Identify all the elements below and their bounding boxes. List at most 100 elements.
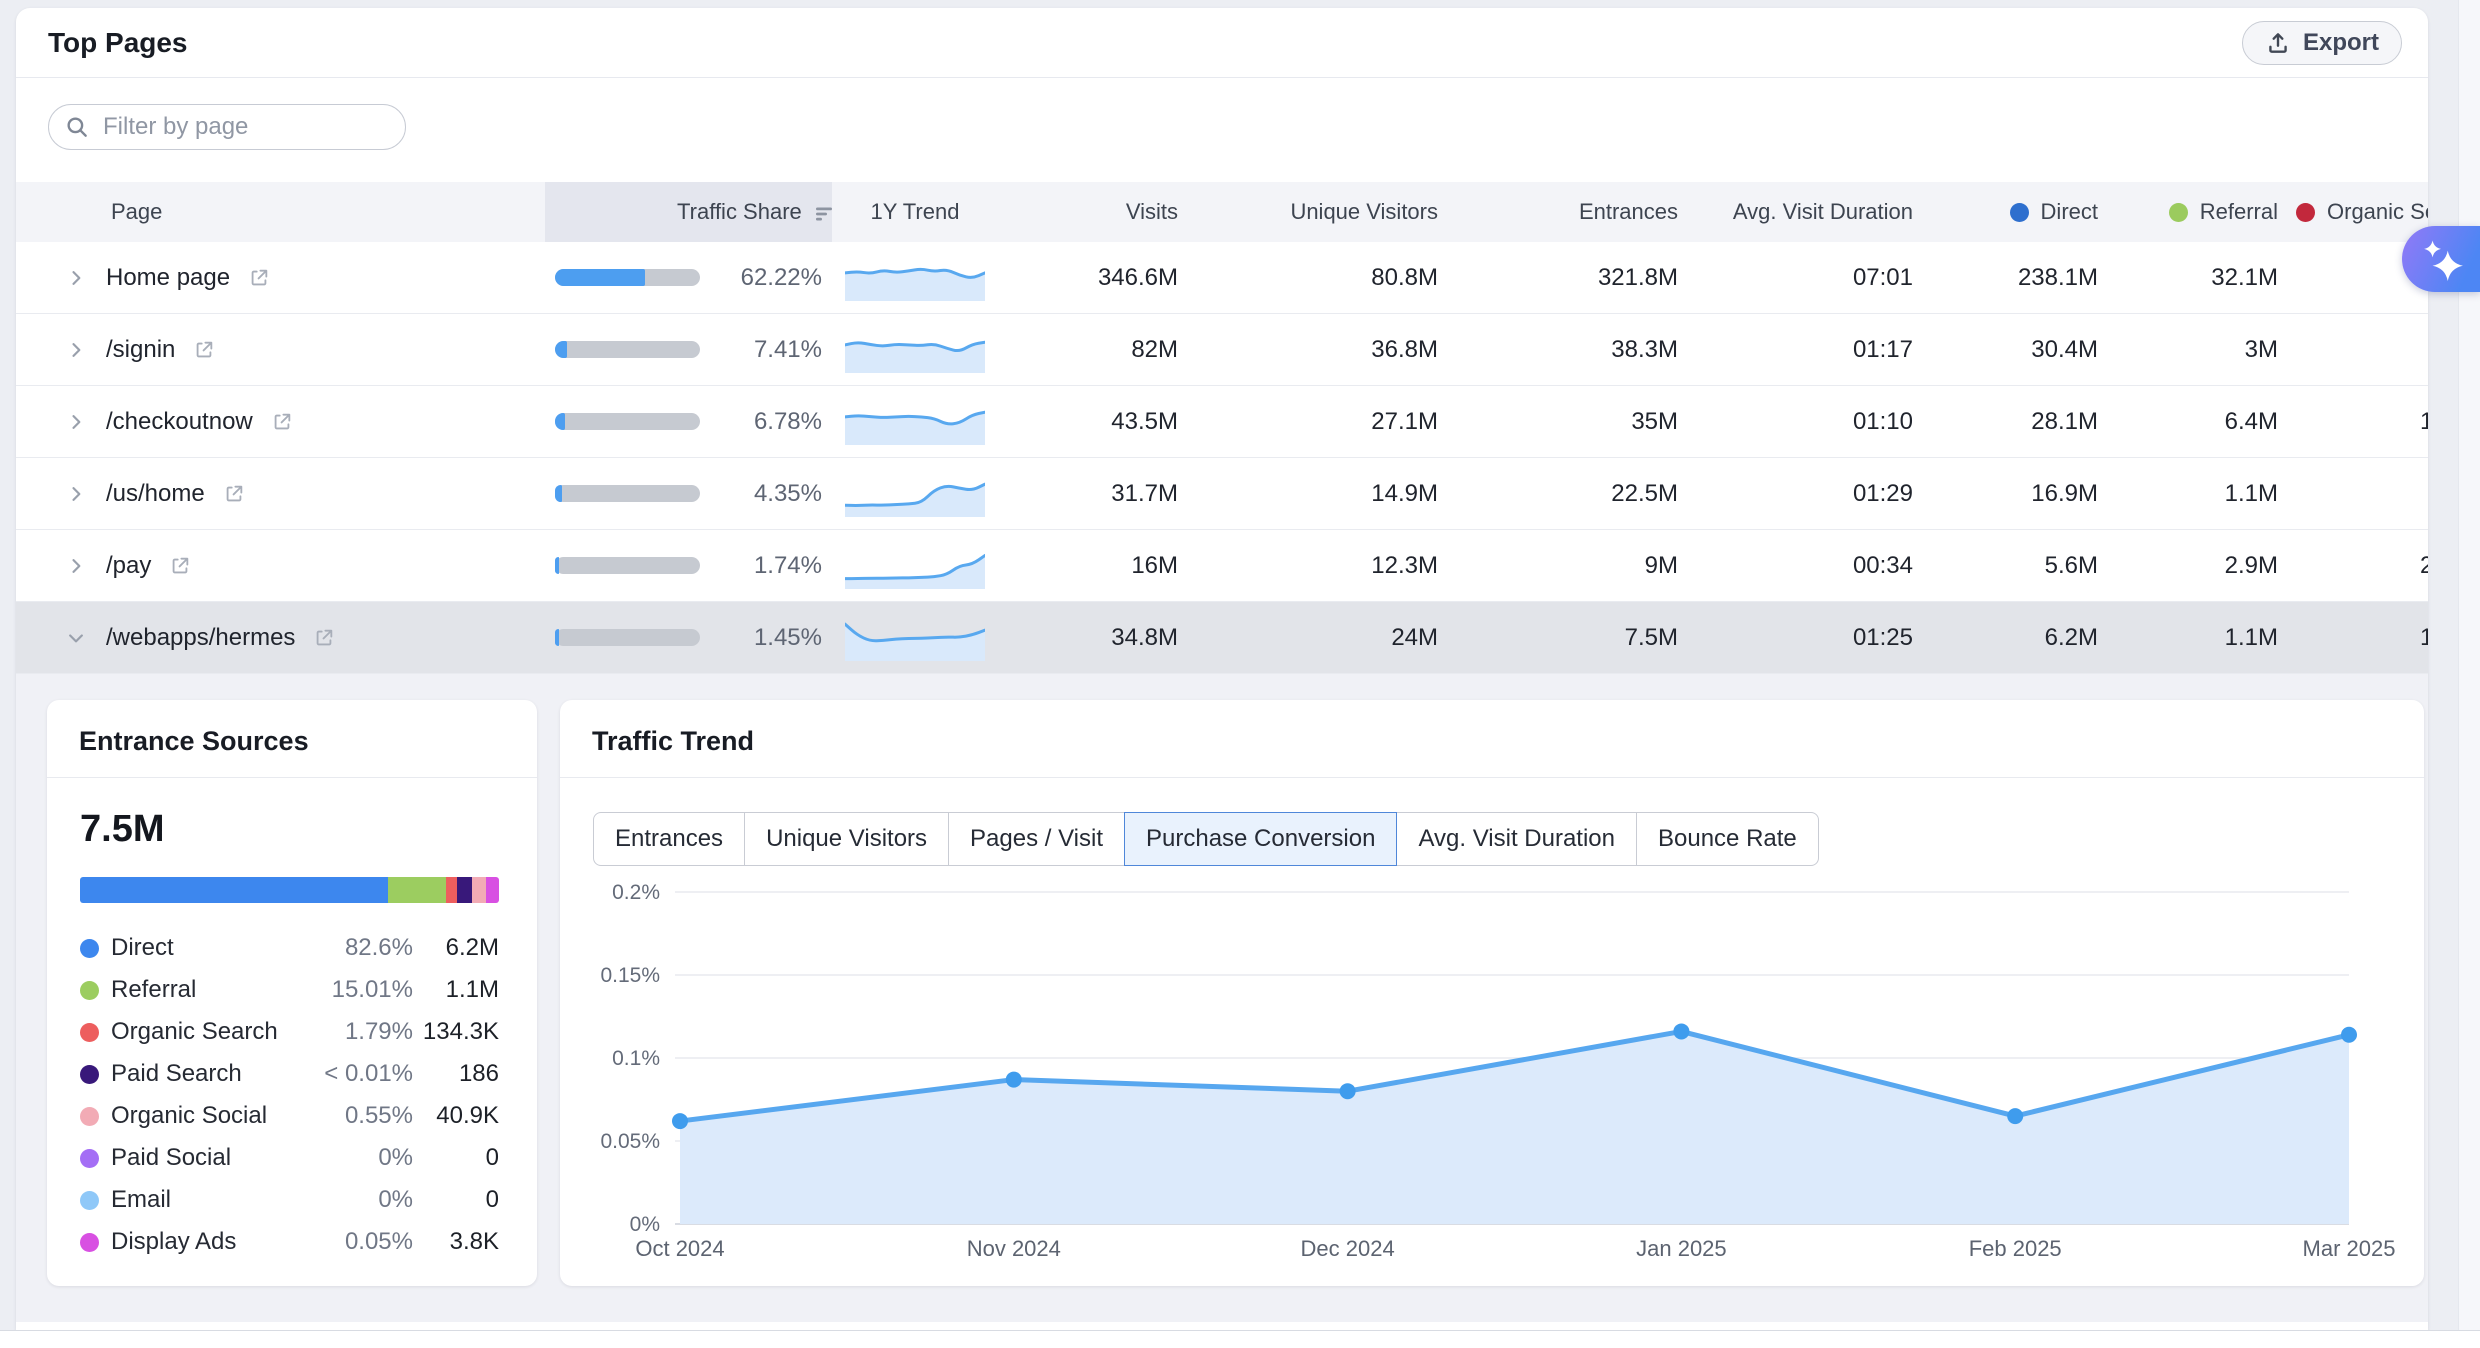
external-link-icon[interactable] [313, 627, 335, 649]
visits-value: 43.5M [1111, 386, 1178, 457]
legend-label: Paid Social [111, 1144, 278, 1172]
entrances-value: 321.8M [1598, 242, 1678, 313]
svg-text:0.15%: 0.15% [600, 964, 660, 987]
col-1y-trend: 1Y Trend [845, 182, 985, 242]
unique-visitors-value: 27.1M [1371, 386, 1438, 457]
svg-text:0.2%: 0.2% [612, 881, 660, 904]
table-row[interactable]: /us/home 4.35% 31.7M 14.9M 22.5M 01:29 1… [16, 458, 2428, 530]
page-cell: /us/home [66, 458, 245, 529]
trend-sparkline [845, 543, 985, 594]
table-row[interactable]: /pay 1.74% 16M 12.3M 9M 00:34 5.6M 2.9M … [16, 530, 2428, 602]
page-link[interactable]: /us/home [106, 480, 205, 508]
entrance-sources-body: 7.5M Direct 82.6% 6.2M Referral 15.01% 1… [47, 808, 537, 1263]
traffic-trend-card: Traffic Trend 0%0.05%0.1%0.15%0.2%Oct 20… [560, 700, 2424, 1286]
legend-dot-icon [80, 1233, 99, 1252]
legend-dot-icon [80, 1107, 99, 1126]
svg-text:0.05%: 0.05% [600, 1130, 660, 1153]
traffic-share-bar [555, 269, 700, 286]
traffic-share-bar [555, 413, 700, 430]
svg-text:Dec 2024: Dec 2024 [1301, 1236, 1395, 1261]
traffic-trend-title: Traffic Trend [560, 700, 2424, 778]
table-row[interactable]: /checkoutnow 6.78% 43.5M 27.1M 35M 01:10… [16, 386, 2428, 458]
page-link[interactable]: /checkoutnow [106, 408, 253, 436]
top-pages-card: Top Pages Export Page Traffic Share 1Y T… [16, 8, 2428, 1330]
tab-entrances[interactable]: Entrances [593, 812, 745, 866]
external-link-icon[interactable] [169, 555, 191, 577]
visits-value: 34.8M [1111, 602, 1178, 673]
col-unique-visitors: Unique Visitors [1290, 182, 1438, 242]
table-row[interactable]: Home page 62.22% 346.6M 80.8M 321.8M 07:… [16, 242, 2428, 314]
legend-pct: 15.01% [278, 976, 413, 1004]
direct-value: 238.1M [2018, 242, 2098, 313]
page-cell: /signin [66, 314, 215, 385]
page-title: Top Pages [48, 27, 188, 59]
chevron-right-icon[interactable] [66, 268, 88, 288]
external-link-icon[interactable] [223, 483, 245, 505]
traffic-share-value: 62.22% [741, 242, 822, 313]
unique-visitors-value: 12.3M [1371, 530, 1438, 601]
direct-value: 28.1M [2031, 386, 2098, 457]
tab-avg-visit-duration[interactable]: Avg. Visit Duration [1396, 812, 1637, 866]
chevron-right-icon[interactable] [66, 484, 88, 504]
tab-bounce-rate[interactable]: Bounce Rate [1636, 812, 1819, 866]
legend-item: Email 0% 0 [80, 1179, 499, 1221]
legend-value: 6.2M [413, 934, 499, 962]
traffic-share-value: 1.74% [754, 530, 822, 601]
entrances-value: 22.5M [1611, 458, 1678, 529]
legend-item: Direct 82.6% 6.2M [80, 927, 499, 969]
direct-value: 30.4M [2031, 314, 2098, 385]
chevron-right-icon[interactable] [66, 556, 88, 576]
legend-value: 40.9K [413, 1102, 499, 1130]
entrances-value: 38.3M [1611, 314, 1678, 385]
referral-dot-icon [2169, 203, 2188, 222]
sparkles-icon [2414, 232, 2468, 286]
legend-item: Display Ads 0.05% 3.8K [80, 1221, 499, 1263]
chevron-right-icon[interactable] [66, 340, 88, 360]
page-link[interactable]: Home page [106, 264, 230, 292]
chevron-right-icon[interactable] [66, 412, 88, 432]
avg-visit-duration-value: 07:01 [1853, 242, 1913, 313]
legend-value: 0 [413, 1144, 499, 1172]
tab-pages-visit[interactable]: Pages / Visit [948, 812, 1125, 866]
legend-pct: 0% [278, 1144, 413, 1172]
col-entrances: Entrances [1579, 182, 1678, 242]
filter-input[interactable] [48, 104, 406, 150]
referral-value: 3M [2245, 314, 2278, 385]
avg-visit-duration-value: 01:25 [1853, 602, 1913, 673]
legend-item: Paid Search < 0.01% 186 [80, 1053, 499, 1095]
tab-purchase-conversion[interactable]: Purchase Conversion [1124, 812, 1397, 866]
tab-unique-visitors[interactable]: Unique Visitors [744, 812, 949, 866]
export-button[interactable]: Export [2242, 21, 2402, 65]
legend-value: 1.1M [413, 976, 499, 1004]
filter-input-wrapper [48, 104, 406, 150]
table-row[interactable]: /signin 7.41% 82M 36.8M 38.3M 01:17 30.4… [16, 314, 2428, 386]
external-link-icon[interactable] [193, 339, 215, 361]
referral-value: 32.1M [2211, 242, 2278, 313]
legend-dot-icon [80, 981, 99, 1000]
legend-dot-icon [80, 1023, 99, 1042]
entrances-value: 7.5M [1625, 602, 1678, 673]
chevron-down-icon[interactable] [66, 628, 88, 648]
search-icon [64, 114, 90, 140]
page-link[interactable]: /pay [106, 552, 151, 580]
ai-assistant-button[interactable] [2402, 226, 2480, 292]
legend-item: Referral 15.01% 1.1M [80, 969, 499, 1011]
avg-visit-duration-value: 00:34 [1853, 530, 1913, 601]
bar-segment [80, 877, 388, 903]
unique-visitors-value: 24M [1391, 602, 1438, 673]
col-traffic-share[interactable]: Traffic Share [677, 182, 836, 242]
external-link-icon[interactable] [248, 267, 270, 289]
entrance-sources-card: Entrance Sources 7.5M Direct 82.6% 6.2M … [47, 700, 537, 1286]
direct-value: 6.2M [2045, 602, 2098, 673]
entrances-value: 35M [1631, 386, 1678, 457]
visits-value: 16M [1131, 530, 1178, 601]
external-link-icon[interactable] [271, 411, 293, 433]
trend-chart: 0%0.05%0.1%0.15%0.2%Oct 2024Nov 2024Dec … [560, 700, 2424, 1286]
page-link[interactable]: /signin [106, 336, 175, 364]
page-link[interactable]: /webapps/hermes [106, 624, 295, 652]
organic-value: 2 [2420, 530, 2428, 601]
table-row[interactable]: /webapps/hermes 1.45% 34.8M 24M 7.5M 01:… [16, 602, 2428, 674]
col-direct: Direct [2010, 182, 2098, 242]
entrance-stacked-bar [80, 877, 499, 903]
page-background: Top Pages Export Page Traffic Share 1Y T… [0, 0, 2480, 1348]
